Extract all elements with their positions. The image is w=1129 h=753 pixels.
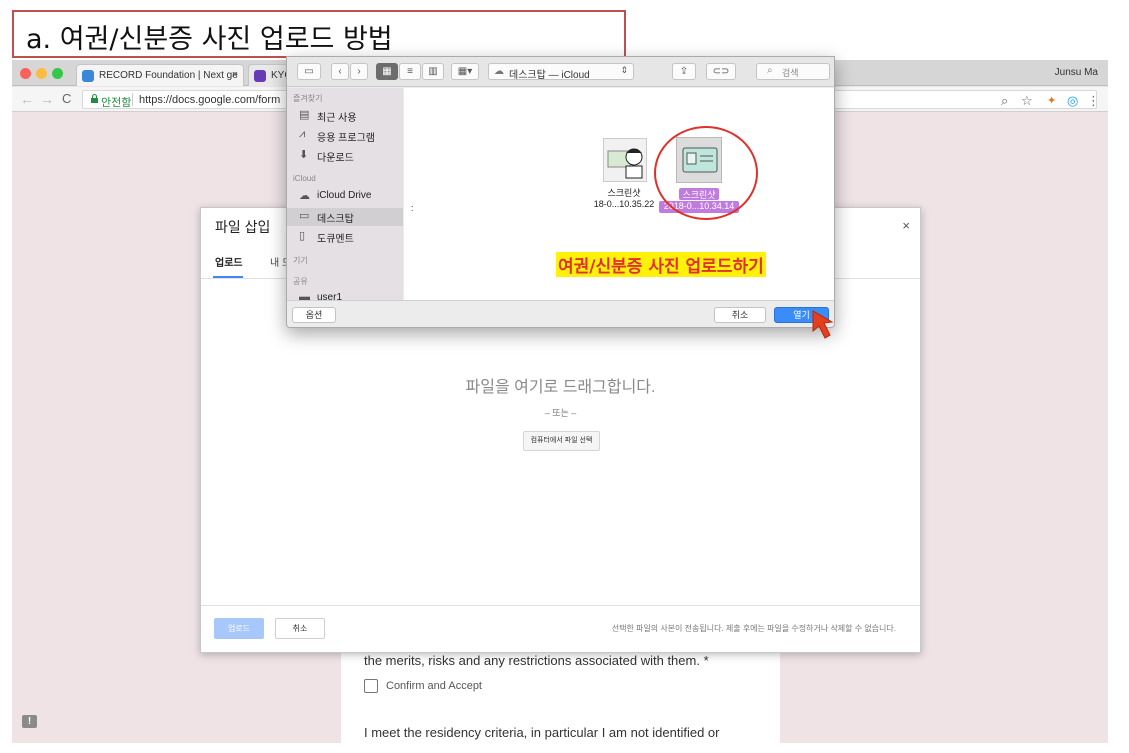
column-marker: : bbox=[411, 203, 414, 213]
or-separator: – 또는 – bbox=[544, 408, 577, 418]
browser-tab-kyc[interactable]: KYC bbox=[248, 64, 288, 86]
column-view-icon[interactable]: ▥ bbox=[422, 63, 444, 80]
tab-upload[interactable]: 업로드 bbox=[215, 254, 243, 269]
file-chooser-dialog: ▭ ‹ › ▦ ≡ ▥ ▦▾ ☁ 데스크탑 — iCloud ⇕ ⇪ ⊂⊃ ⌕ … bbox=[286, 56, 835, 328]
reload-icon[interactable]: C bbox=[62, 91, 71, 106]
location-popup[interactable]: ☁ 데스크탑 — iCloud ⇕ bbox=[488, 63, 634, 81]
file-name: 스크린샷 bbox=[607, 188, 641, 198]
pointer-arrow-icon bbox=[812, 310, 834, 339]
close-icon[interactable]: × bbox=[902, 218, 910, 233]
sidebar-toggle-icon[interactable]: ▭ bbox=[297, 63, 321, 80]
sidebar-item-label: 응용 프로그램 bbox=[317, 133, 375, 144]
search-icon[interactable]: ⌕ bbox=[1001, 93, 1008, 109]
menu-icon[interactable]: ⋮ bbox=[1087, 93, 1100, 109]
annotation-label: 여권/신분증 사진 업로드하기 bbox=[556, 252, 766, 277]
minimize-window-button[interactable] bbox=[36, 68, 47, 79]
secure-label: 안전함 bbox=[101, 97, 132, 109]
sidebar-item-label: iCloud Drive bbox=[317, 190, 372, 201]
screenshot-thumbnail-icon bbox=[603, 138, 647, 182]
computer-icon: ▬ bbox=[299, 291, 310, 300]
tag-icon[interactable]: ⊂⊃ bbox=[706, 63, 736, 80]
forward-icon[interactable]: → bbox=[40, 91, 54, 107]
applications-icon: ⩘ bbox=[299, 128, 306, 140]
dialog-title: 파일 삽입 bbox=[215, 219, 271, 235]
chooser-toolbar: ▭ ‹ › ▦ ≡ ▥ ▦▾ ☁ 데스크탑 — iCloud ⇕ ⇪ ⊂⊃ ⌕ … bbox=[287, 57, 834, 87]
download-icon: ⬇ bbox=[299, 149, 309, 161]
file-date: 18-0...10.35.22 bbox=[593, 199, 655, 209]
highlight-circle bbox=[654, 126, 758, 220]
profile-name[interactable]: Junsu Ma bbox=[1055, 67, 1098, 78]
clock-icon: ▤ bbox=[299, 109, 310, 121]
lock-icon bbox=[91, 94, 98, 103]
url-text[interactable]: https://docs.google.com/form bbox=[139, 94, 280, 106]
chooser-sidebar: 즐겨찾기 ▤ 최근 사용 ⩘ 응용 프로그램 ⬇ 다운로드 iCloud ☁ i… bbox=[287, 88, 403, 300]
drag-hint: 파일을 여기로 드래그합니다. bbox=[465, 379, 656, 396]
sidebar-item-documents[interactable]: ▯ 도큐멘트 bbox=[299, 228, 403, 246]
list-view-icon[interactable]: ≡ bbox=[399, 63, 421, 80]
location-label: 데스크탑 — iCloud bbox=[509, 70, 590, 81]
sidebar-item-label: 도큐멘트 bbox=[317, 234, 354, 245]
tab-title: RECORD Foundation | Next ge bbox=[99, 70, 238, 81]
metamask-extension-icon[interactable]: ✦ bbox=[1047, 94, 1056, 107]
sidebar-item-label: 최근 사용 bbox=[317, 113, 357, 124]
sidebar-item-user1[interactable]: ▬ user1 bbox=[299, 290, 403, 300]
close-window-button[interactable] bbox=[20, 68, 31, 79]
select-from-computer-button[interactable]: 컴퓨터에서 파일 선택 bbox=[523, 431, 600, 451]
bookmark-star-icon[interactable]: ☆ bbox=[1021, 93, 1033, 109]
caption-title: a. 여권/신분증 사진 업로드 방법 bbox=[12, 10, 626, 58]
sidebar-heading-devices: 기기 bbox=[293, 256, 308, 265]
sidebar-item-label: 데스크탑 bbox=[317, 214, 354, 225]
forms-favicon-icon bbox=[254, 70, 266, 82]
extension-icon[interactable]: ◎ bbox=[1067, 93, 1078, 109]
confirm-checkbox[interactable] bbox=[364, 679, 378, 693]
cloud-icon: ☁ bbox=[299, 190, 310, 202]
sidebar-item-downloads[interactable]: ⬇ 다운로드 bbox=[299, 147, 403, 165]
sidebar-item-desktop[interactable]: ▭ 데스크탑 bbox=[287, 208, 403, 226]
cancel-button[interactable]: 취소 bbox=[714, 307, 766, 323]
feedback-icon[interactable]: ! bbox=[22, 715, 37, 728]
cloud-icon: ☁ bbox=[494, 66, 504, 77]
sidebar-heading-favorites: 즐겨찾기 bbox=[293, 94, 323, 103]
question-text: the merits, risks and any restrictions a… bbox=[364, 653, 709, 668]
sidebar-item-recent[interactable]: ▤ 최근 사용 bbox=[299, 107, 403, 125]
back-icon[interactable]: ‹ bbox=[331, 63, 349, 80]
form-question-card: the merits, risks and any restrictions a… bbox=[341, 645, 780, 743]
record-favicon-icon bbox=[82, 70, 94, 82]
options-button[interactable]: 옵션 bbox=[292, 307, 336, 323]
document-icon: ▯ bbox=[299, 230, 306, 242]
share-icon[interactable]: ⇪ bbox=[672, 63, 696, 80]
upload-note: 선택한 파일의 사본이 전송됩니다. 제출 후에는 파일을 수정하거나 삭제할 … bbox=[611, 624, 896, 633]
search-icon: ⌕ bbox=[767, 65, 773, 76]
cancel-button[interactable]: 취소 bbox=[275, 618, 325, 639]
browser-tab-record[interactable]: RECORD Foundation | Next ge × bbox=[76, 64, 244, 86]
close-icon[interactable]: × bbox=[232, 69, 238, 81]
file-item[interactable]: 스크린샷 18-0...10.35.22 bbox=[593, 136, 655, 218]
sidebar-heading-shared: 공유 bbox=[293, 277, 308, 286]
question-text: I meet the residency criteria, in partic… bbox=[364, 725, 720, 740]
sidebar-item-label: user1 bbox=[317, 292, 343, 300]
chevron-updown-icon: ⇕ bbox=[620, 65, 628, 75]
sidebar-item-icloud-drive[interactable]: ☁ iCloud Drive bbox=[299, 188, 403, 206]
sidebar-item-applications[interactable]: ⩘ 응용 프로그램 bbox=[299, 127, 403, 145]
icon-view-icon[interactable]: ▦ bbox=[376, 63, 398, 80]
url-divider bbox=[132, 93, 133, 106]
forward-icon[interactable]: › bbox=[350, 63, 368, 80]
back-icon[interactable]: ← bbox=[20, 91, 34, 107]
upload-button[interactable]: 업로드 bbox=[214, 618, 264, 639]
search-placeholder: 검색 bbox=[782, 68, 799, 78]
group-view-icon[interactable]: ▦▾ bbox=[451, 63, 479, 80]
sidebar-heading-icloud: iCloud bbox=[293, 174, 316, 183]
file-browser-area[interactable]: 스크린샷 18-0...10.35.22 스크린샷 2018-0...10.34… bbox=[404, 88, 834, 300]
desktop-icon: ▭ bbox=[299, 210, 310, 222]
zoom-window-button[interactable] bbox=[52, 68, 63, 79]
chooser-bottom-bar: 옵션 취소 열기 bbox=[287, 300, 834, 327]
search-input[interactable]: ⌕ 검색 bbox=[756, 63, 830, 80]
sidebar-item-label: 다운로드 bbox=[317, 153, 354, 164]
confirm-checkbox-label[interactable]: Confirm and Accept bbox=[386, 680, 482, 692]
